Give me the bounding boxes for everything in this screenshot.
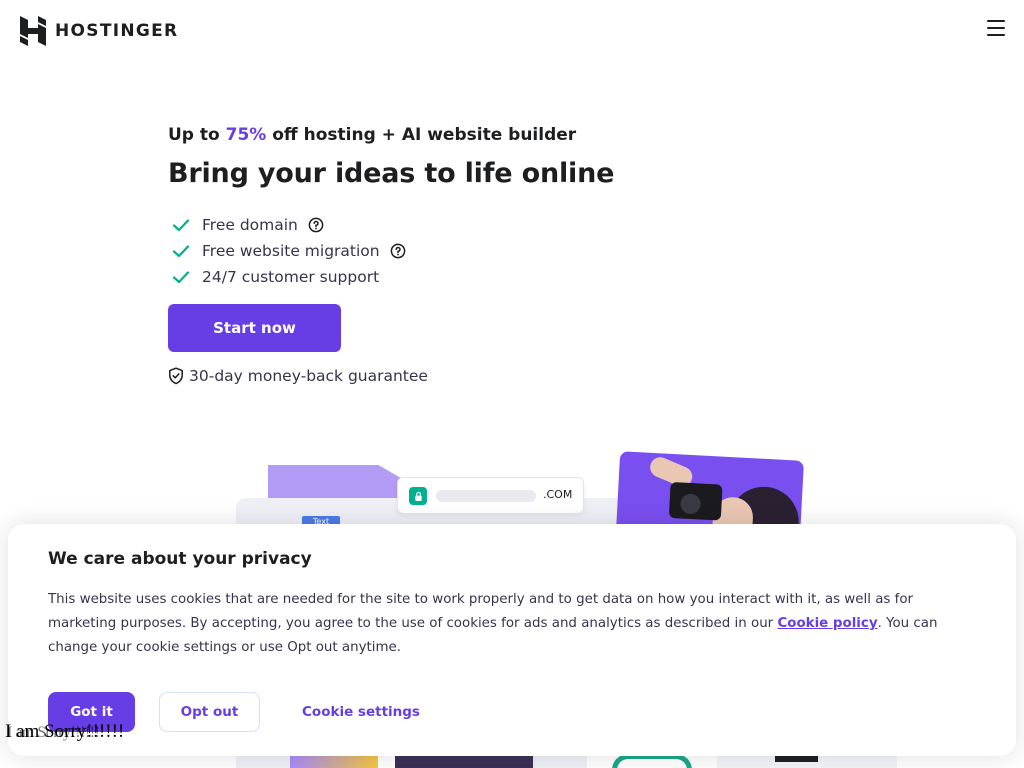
lock-icon — [409, 487, 427, 505]
checkmark-icon — [172, 271, 190, 284]
url-placeholder-bar — [436, 490, 536, 502]
feature-label: Free domain — [202, 216, 298, 234]
cookie-consent-banner: We care about your privacy This website … — [8, 524, 1016, 756]
domain-extension: .COM — [543, 488, 573, 501]
site-header: HOSTINGER — [0, 0, 1024, 62]
checkmark-icon — [172, 245, 190, 258]
shield-check-icon — [169, 367, 183, 385]
help-circle-icon[interactable] — [390, 243, 406, 259]
illustration-dark-bar — [775, 756, 818, 762]
feature-item: Free website migration — [170, 238, 406, 264]
domain-url-bar: .COM — [397, 477, 584, 514]
money-back-guarantee: 30-day money-back guarantee — [168, 366, 428, 386]
help-circle-icon[interactable] — [308, 217, 324, 233]
feature-item: 24/7 customer support — [170, 264, 406, 290]
feature-label: 24/7 customer support — [202, 268, 380, 286]
page-title: Bring your ideas to life online — [168, 158, 615, 189]
hamburger-menu-icon[interactable] — [986, 19, 1006, 37]
discount-highlight: 75% — [225, 125, 267, 145]
cookie-policy-link[interactable]: Cookie policy — [777, 616, 877, 631]
overlay-text: I am Sorry!!!!!! — [5, 721, 125, 742]
opt-out-button[interactable]: Opt out — [159, 692, 260, 732]
cookie-description: This website uses cookies that are neede… — [48, 592, 938, 655]
brand-logo[interactable]: HOSTINGER — [20, 16, 178, 46]
promo-headline: Up to 75% off hosting + AI website build… — [168, 125, 577, 145]
feature-item: Free domain — [170, 212, 406, 238]
cookie-settings-button[interactable]: Cookie settings — [290, 692, 432, 732]
illustration-gauge-arc — [612, 754, 692, 768]
feature-label: Free website migration — [202, 242, 380, 260]
checkmark-icon — [172, 219, 190, 232]
guarantee-text: 30-day money-back guarantee — [189, 367, 428, 385]
cookie-title: We care about your privacy — [48, 549, 312, 569]
feature-list: Free domain Free website migration 24/7 … — [170, 212, 406, 290]
hostinger-logo-icon — [20, 16, 46, 46]
brand-name: HOSTINGER — [55, 21, 179, 41]
start-now-button[interactable]: Start now — [168, 304, 341, 352]
